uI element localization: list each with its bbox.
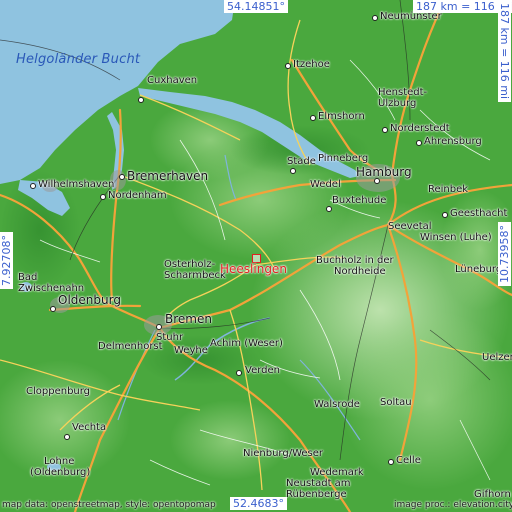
place-ruebenberge: Rübenberge — [286, 489, 347, 500]
place-dot — [326, 206, 332, 212]
helgolaender-bucht-label: Helgoländer Bucht — [16, 52, 141, 67]
place-lohne2: (Oldenburg) — [30, 467, 91, 478]
place-celle: Celle — [396, 455, 421, 466]
place-delmenhorst: Delmenhorst — [98, 341, 163, 352]
place-scharmbeck: Scharmbeck — [164, 270, 226, 281]
place-bad: Bad — [18, 272, 38, 283]
place-nordheide: Nordheide — [334, 266, 386, 277]
place-nordenham: Nordenham — [108, 190, 167, 201]
place-dot — [310, 115, 316, 121]
place-uelzen: Uelzen — [482, 352, 512, 363]
coord-top-lat: 54.14851° — [224, 0, 288, 13]
place-weyhe: Weyhe — [174, 345, 208, 356]
place-dot — [64, 434, 70, 440]
place-norderstedt: Norderstedt — [390, 123, 450, 134]
place-dot — [374, 178, 380, 184]
place-dot — [285, 63, 291, 69]
place-dot — [119, 174, 125, 180]
place-nienburg: Nienburg/Weser — [243, 448, 324, 459]
place-elmshorn: Elmshorn — [318, 111, 365, 122]
place-dot — [290, 168, 296, 174]
place-bremerhaven: Bremerhaven — [127, 169, 209, 183]
place-dot — [30, 183, 36, 189]
place-wedemark: Wedemark — [310, 467, 364, 478]
place-dot — [236, 370, 242, 376]
credit-image-proc: image proc.: elevation.city — [394, 500, 512, 510]
place-wilhelmshaven: Wilhelmshaven — [38, 179, 115, 190]
place-stade: Stade — [287, 156, 316, 167]
place-oldenburg: Oldenburg — [58, 293, 121, 307]
place-wedel: Wedel — [310, 179, 341, 190]
place-neustadt: Neustadt am — [286, 478, 351, 489]
place-winsen: Winsen (Luhe) — [420, 232, 492, 243]
coord-right-lon: 10.73958° — [498, 222, 511, 286]
place-dot — [100, 194, 106, 200]
place-itzehoe: Itzehoe — [293, 59, 330, 70]
place-neumuenster: Neumünster — [380, 11, 442, 22]
place-bremen: Bremen — [165, 312, 212, 326]
place-dot — [372, 15, 378, 21]
place-osterholz: Osterholz- — [164, 259, 216, 270]
place-gifhorn: Gifhorn — [474, 489, 511, 500]
place-seevetal: Seevetal — [388, 221, 432, 232]
place-ahrensburg: Ahrensburg — [424, 136, 482, 147]
marker-label: Heeslingen — [220, 262, 287, 276]
place-dot — [156, 324, 162, 330]
place-dot — [138, 97, 144, 103]
place-reinbek: Reinbek — [428, 184, 469, 195]
coord-bottom-lat: 52.4683° — [230, 497, 287, 510]
place-dot — [50, 306, 56, 312]
place-walsrode: Walsrode — [314, 399, 360, 410]
place-verden: Verden — [245, 365, 280, 376]
place-dot — [416, 140, 422, 146]
place-hamburg: Hamburg — [356, 165, 412, 179]
place-dot — [382, 127, 388, 133]
place-geesthacht: Geesthacht — [450, 208, 508, 219]
place-buchholz: Buchholz in der — [316, 255, 394, 266]
coord-left-lon: 7.92708° — [0, 232, 13, 289]
place-dot — [442, 212, 448, 218]
place-ulzburg: Ulzburg — [378, 98, 417, 109]
place-pinneberg: Pinneberg — [318, 153, 369, 164]
topographic-map[interactable]: Helgoländer Bucht Neumünster Itzehoe Cux… — [0, 0, 512, 512]
place-lueneburg: Lüneburg — [455, 264, 503, 275]
credit-map-data: map data: openstreetmap, style: opentopo… — [2, 500, 216, 510]
place-achim: Achim (Weser) — [210, 338, 283, 349]
place-buxtehude: Buxtehude — [332, 195, 387, 206]
place-lohne: Lohne — [44, 456, 75, 467]
place-vechta: Vechta — [72, 422, 107, 433]
place-soltau: Soltau — [380, 397, 412, 408]
scale-vertical: 187 km = 116 mi — [498, 0, 511, 103]
place-cuxhaven: Cuxhaven — [147, 75, 198, 86]
place-dot — [388, 459, 394, 465]
place-henstedt: Henstedt- — [378, 87, 428, 98]
place-cloppenburg: Cloppenburg — [26, 386, 91, 397]
